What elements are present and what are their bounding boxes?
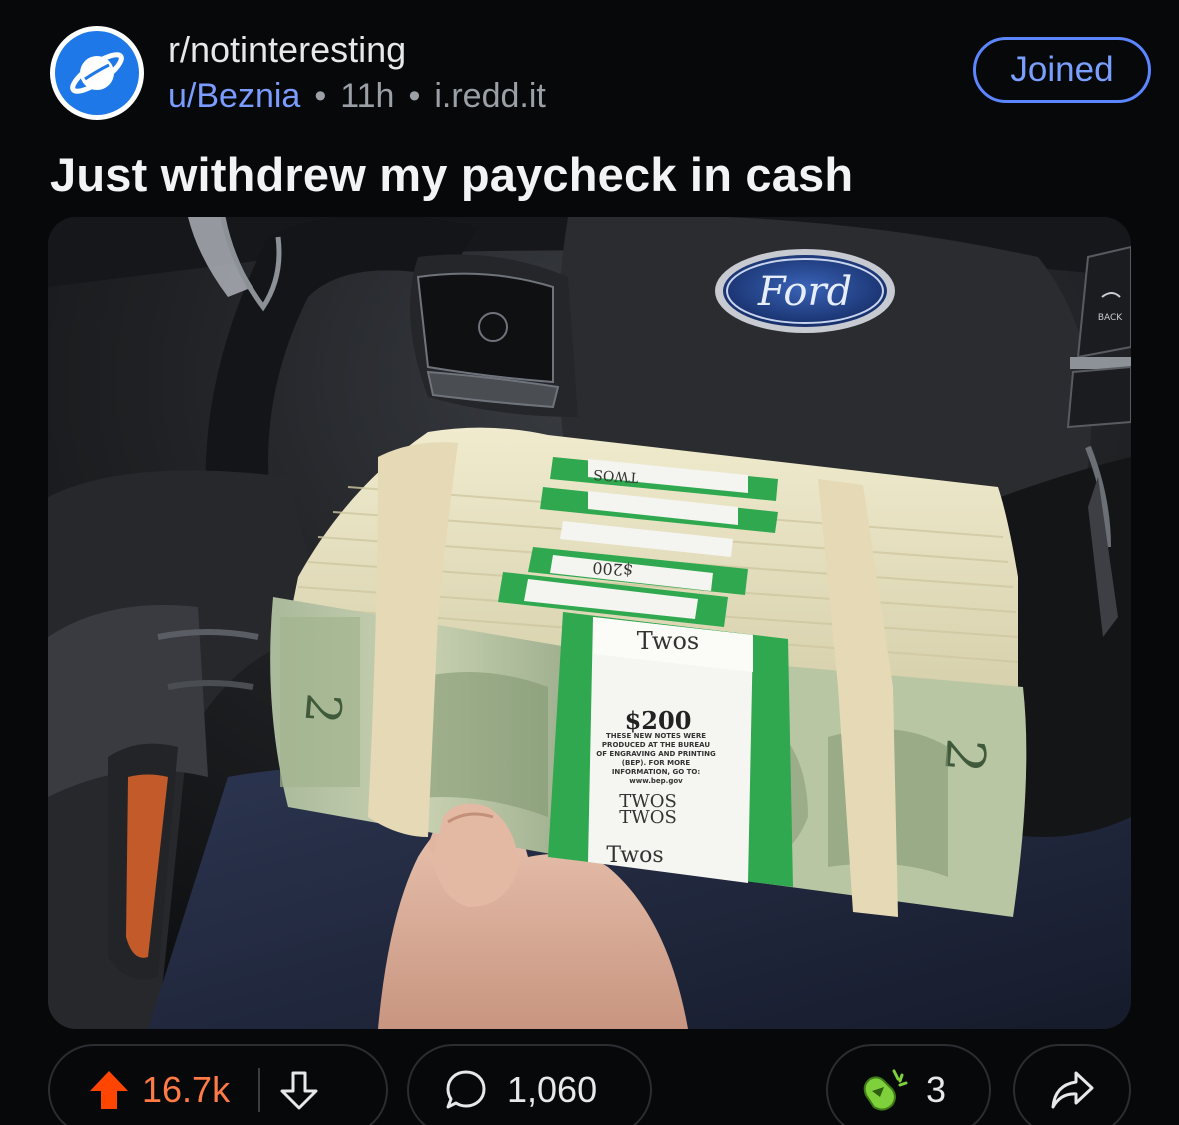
comment-bubble-icon	[443, 1067, 489, 1113]
subreddit-name[interactable]: r/notinteresting	[168, 28, 546, 72]
band-bottom-label: Twos	[606, 843, 663, 868]
post-byline: u/Beznia • 11h • i.redd.it	[168, 74, 546, 118]
comments-button[interactable]: 1,060	[407, 1044, 652, 1125]
award-icon	[858, 1065, 912, 1115]
svg-text:2: 2	[293, 691, 351, 726]
band-main-label: Twos	[637, 627, 699, 655]
share-button[interactable]	[1013, 1044, 1131, 1125]
award-count: 3	[926, 1069, 947, 1110]
separator-dot: •	[314, 77, 327, 115]
post-age: 11h	[340, 77, 395, 115]
downvote-arrow-icon[interactable]	[278, 1069, 320, 1111]
reddit-post: r/notinteresting u/Beznia • 11h • i.redd…	[0, 0, 1179, 1125]
awards-button[interactable]: 3	[826, 1044, 991, 1125]
author-name[interactable]: u/Beznia	[168, 74, 300, 118]
joined-button[interactable]: Joined	[973, 37, 1151, 103]
comment-count: 1,060	[507, 1069, 598, 1110]
subreddit-avatar[interactable]	[50, 26, 144, 120]
post-domain[interactable]: i.redd.it	[434, 74, 546, 118]
share-arrow-icon	[1049, 1069, 1095, 1111]
vote-divider	[258, 1068, 261, 1112]
upvote-arrow-icon[interactable]	[88, 1069, 130, 1111]
ford-logo: Ford	[715, 249, 895, 333]
separator-dot: •	[408, 77, 421, 115]
post-image[interactable]: Ford BACK 2 2 TWOS $200 Twos $200 THESE …	[48, 217, 1131, 1029]
band-twos-2: TWOS	[619, 807, 677, 828]
band-amount: $200	[625, 706, 692, 735]
upvote-count: 16.7k	[142, 1069, 231, 1110]
band-top-amount: $200	[592, 558, 634, 580]
planet-icon	[55, 31, 139, 115]
post-title[interactable]: Just withdrew my paycheck in cash	[50, 144, 853, 206]
band-top-label: TWOS	[593, 466, 639, 485]
post-meta: r/notinteresting u/Beznia • 11h • i.redd…	[168, 28, 546, 118]
ford-logo-text: Ford	[757, 269, 852, 315]
band-notice: THESE NEW NOTES WERE PRODUCED AT THE BUR…	[596, 732, 716, 785]
back-label: BACK	[1098, 313, 1123, 323]
vote-bar: 16.7k	[48, 1044, 388, 1125]
